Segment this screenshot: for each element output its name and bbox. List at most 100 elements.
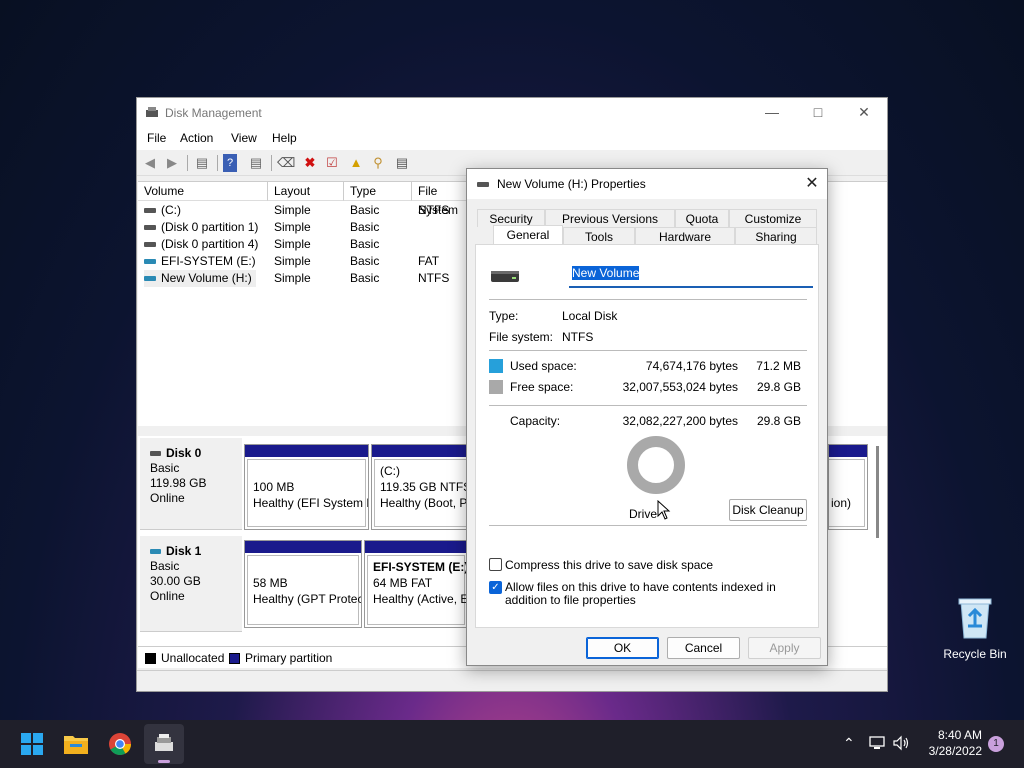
drive-icon (144, 225, 156, 231)
apply-button[interactable]: Apply (748, 637, 821, 659)
help-icon[interactable]: ? (223, 154, 237, 172)
network-icon[interactable] (868, 735, 886, 751)
file-explorer-icon[interactable] (56, 724, 96, 764)
folder-up-icon[interactable]: ▲ (347, 154, 365, 172)
partition-box[interactable]: 100 MB Healthy (EFI System P (244, 444, 369, 530)
drive-icon (144, 276, 156, 282)
partition-title (253, 463, 360, 479)
capacity-size: 29.8 GB (756, 414, 801, 428)
col-header-layout[interactable]: Layout (268, 182, 344, 201)
partition-size: 64 MB FAT (373, 576, 433, 590)
partition-status: ion) (831, 496, 852, 510)
disk-1-label[interactable]: Disk 1 Basic 30.00 GB Online (140, 536, 242, 632)
checklist-icon[interactable]: ☑ (323, 154, 341, 172)
partition-status: Healthy (EFI System P (253, 496, 369, 510)
forward-arrow-icon[interactable]: ▶ (163, 154, 181, 172)
console-tree-icon[interactable]: ▤ (193, 154, 211, 172)
connect-icon[interactable]: ⌫ (277, 154, 295, 172)
disk-0-label[interactable]: Disk 0 Basic 119.98 GB Online (140, 438, 242, 530)
type-cell: Basic (350, 220, 380, 234)
partition-status: Healthy (GPT Protec (253, 592, 362, 606)
ok-button[interactable]: OK (586, 637, 659, 659)
legend-primary: Primary partition (245, 651, 333, 665)
partition-header-bar (245, 541, 361, 553)
partition-size: 58 MB (253, 576, 288, 590)
tab-hardware[interactable]: Hardware (635, 227, 735, 245)
layout-cell: Simple (274, 237, 311, 251)
menu-view[interactable]: View (231, 131, 257, 145)
scrollbar-thumb[interactable] (876, 446, 879, 538)
menu-file[interactable]: File (147, 131, 166, 145)
tab-quota[interactable]: Quota (675, 209, 729, 227)
disk-management-icon (146, 107, 158, 117)
dialog-close-button[interactable]: ✕ (801, 173, 823, 195)
free-space-bytes: 32,007,553,024 bytes (622, 380, 738, 394)
partition-box[interactable]: EFI-SYSTEM (E:) 64 MB FAT Healthy (Activ… (364, 540, 468, 628)
table-row[interactable]: EFI-SYSTEM (E:) Simple Basic FAT (138, 253, 468, 270)
menu-help[interactable]: Help (272, 131, 297, 145)
volume-name-input[interactable]: New Volume (569, 266, 813, 288)
partition-box[interactable]: 58 MB Healthy (GPT Protec (244, 540, 362, 628)
show-hidden-icons-chevron-icon[interactable]: ⌃ (843, 735, 855, 752)
tab-customize[interactable]: Customize (729, 209, 817, 227)
tab-general[interactable]: General (493, 225, 563, 245)
volume-speaker-icon[interactable] (892, 735, 910, 751)
partition-size (831, 479, 862, 495)
minimize-button[interactable]: — (749, 98, 795, 128)
disk-cleanup-button[interactable]: Disk Cleanup (729, 499, 807, 521)
tab-tools[interactable]: Tools (563, 227, 635, 245)
layout-cell: Simple (274, 254, 311, 268)
table-row[interactable]: New Volume (H:) Simple Basic NTFS (138, 270, 468, 287)
table-row[interactable]: (Disk 0 partition 4) Simple Basic (138, 236, 468, 253)
window-title: Disk Management (165, 106, 262, 120)
type-cell: Basic (350, 254, 380, 268)
clock-date: 3/28/2022 (928, 744, 982, 758)
compress-checkbox[interactable] (489, 558, 502, 571)
search-folder-icon[interactable]: ⚲ (369, 154, 387, 172)
chrome-icon[interactable] (100, 724, 140, 764)
col-header-type[interactable]: Type (344, 182, 412, 201)
fs-cell: NTFS (418, 203, 450, 217)
disk-status: Online (150, 589, 185, 603)
partition-header-bar (829, 445, 867, 457)
close-button[interactable]: ✕ (841, 98, 887, 128)
table-row[interactable]: (C:) Simple Basic NTFS (138, 202, 468, 219)
disk-management-taskbar-button[interactable] (144, 724, 184, 764)
status-bar (137, 670, 887, 691)
recycle-bin-label: Recycle Bin (943, 647, 1007, 661)
maximize-button[interactable]: □ (795, 98, 841, 128)
partition-box[interactable]: ion) (828, 444, 868, 530)
properties-icon[interactable]: ▤ (393, 154, 411, 172)
type-cell: Basic (350, 271, 380, 285)
notification-badge[interactable]: 1 (988, 736, 1004, 752)
divider (489, 525, 807, 526)
divider (489, 350, 807, 351)
volume-name: (Disk 0 partition 4) (161, 237, 259, 251)
fs-cell: NTFS (418, 271, 450, 285)
partition-title: EFI-SYSTEM (E:) (373, 560, 468, 574)
index-checkbox[interactable]: ✓ (489, 581, 502, 594)
cancel-button[interactable]: Cancel (667, 637, 740, 659)
index-label: Allow files on this drive to have conten… (505, 580, 776, 607)
back-arrow-icon[interactable]: ◀ (141, 154, 159, 172)
menu-action[interactable]: Action (180, 131, 213, 145)
delete-icon[interactable]: ✖ (301, 154, 319, 172)
tab-sharing[interactable]: Sharing (735, 227, 817, 245)
disk-size: 119.98 GB (150, 476, 207, 490)
properties-list-icon[interactable]: ▤ (247, 154, 265, 172)
table-row[interactable]: (Disk 0 partition 1) Simple Basic (138, 219, 468, 236)
clock[interactable]: 8:40 AM 3/28/2022 (920, 728, 982, 758)
recycle-bin-icon (958, 598, 992, 639)
partition-box[interactable]: (C:) 119.35 GB NTFS Healthy (Boot, Pa (371, 444, 481, 530)
filesystem-label: File system: (489, 330, 554, 344)
start-windows-icon[interactable] (12, 724, 52, 764)
col-header-volume[interactable]: Volume (138, 182, 268, 201)
tab-previous-versions[interactable]: Previous Versions (545, 209, 675, 227)
legend-primary-swatch (229, 653, 240, 664)
capacity-bytes: 32,082,227,200 bytes (622, 414, 738, 428)
recycle-bin[interactable]: Recycle Bin (940, 596, 1010, 661)
col-header-filesystem[interactable]: File System (412, 182, 472, 217)
active-indicator (158, 760, 170, 763)
disk-management-app-icon (155, 734, 173, 751)
properties-dialog: New Volume (H:) Properties ✕ Security Pr… (466, 168, 828, 666)
